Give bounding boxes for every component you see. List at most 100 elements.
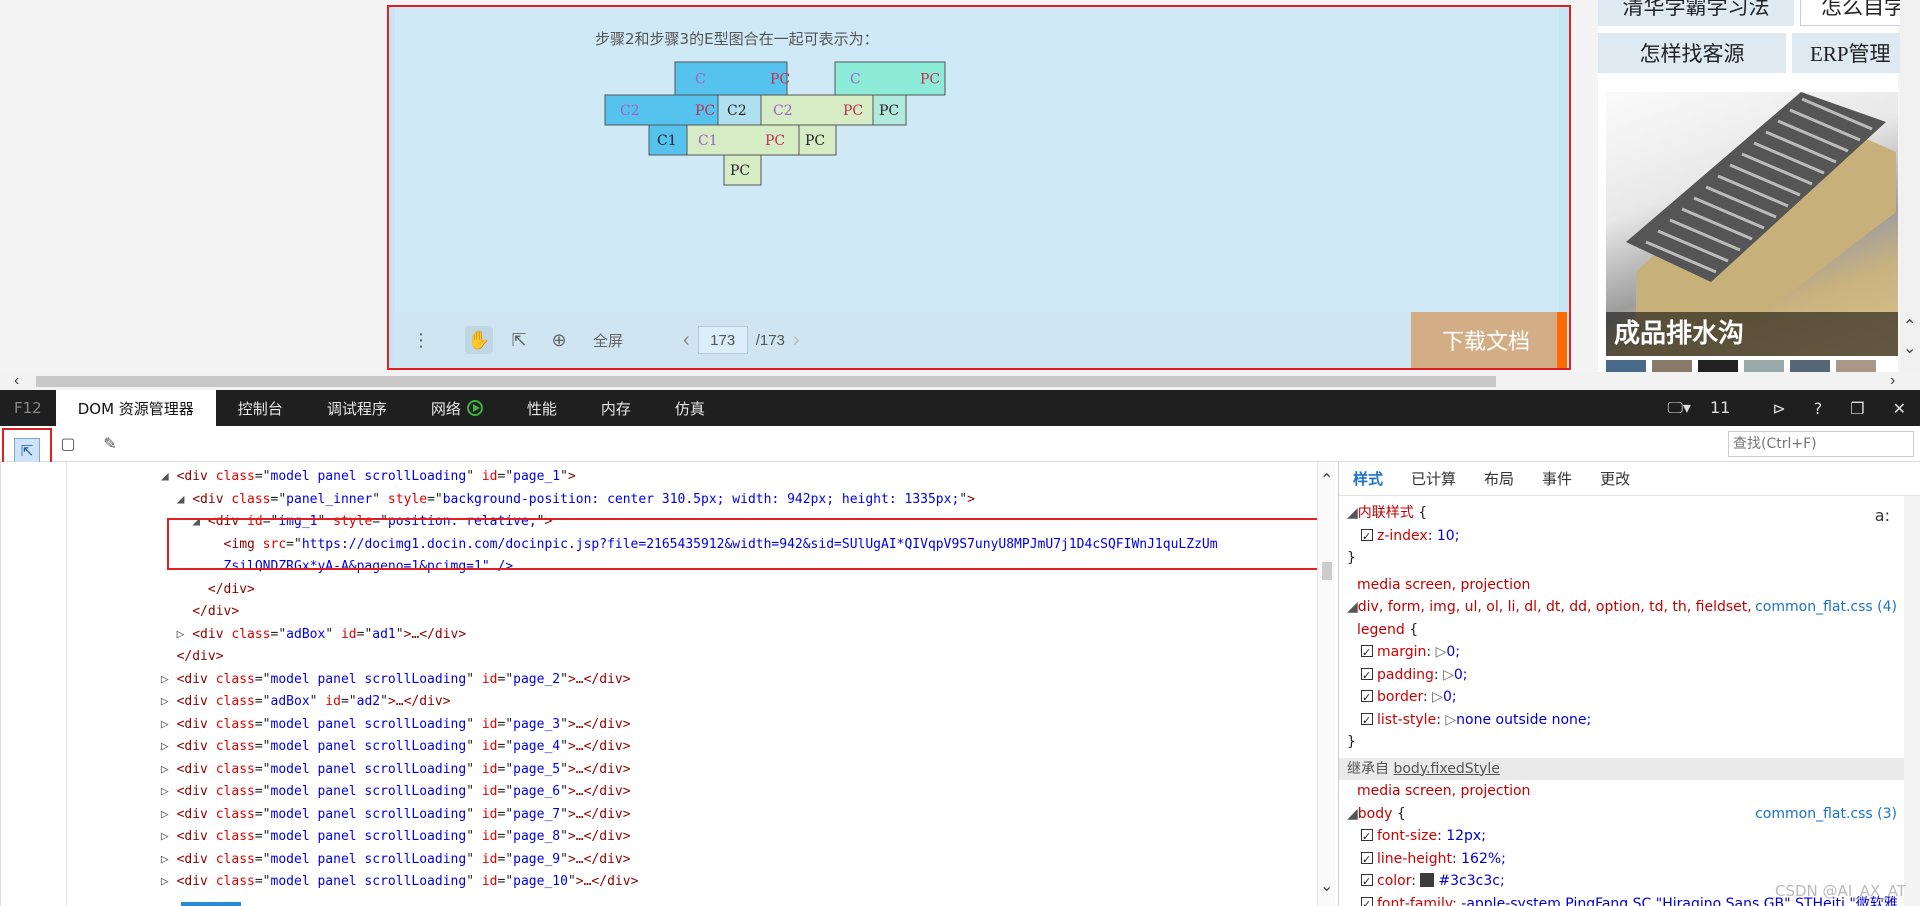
thumbnail[interactable]	[1790, 360, 1830, 372]
property-checkbox[interactable]	[1361, 687, 1373, 710]
property-name[interactable]: line-height	[1377, 851, 1452, 867]
tab-emulation[interactable]: 仿真	[653, 390, 727, 426]
dom-node-row[interactable]: </div>	[67, 601, 1317, 624]
more-menu-icon[interactable]: ⋮	[407, 326, 435, 354]
property-value[interactable]: 0;	[1446, 644, 1460, 660]
tab-debugger[interactable]: 调试程序	[305, 390, 409, 426]
device-target-icon[interactable]: 🖵▾ 11	[1667, 398, 1744, 418]
property-checkbox[interactable]	[1361, 665, 1373, 687]
select-element-icon[interactable]: ⇱	[14, 438, 40, 464]
console-icon[interactable]: ⊳	[1772, 399, 1785, 418]
tab-console[interactable]: 控制台	[216, 390, 305, 426]
property-name[interactable]: border	[1377, 689, 1423, 705]
property-name[interactable]: font-size	[1377, 828, 1437, 844]
tab-computed[interactable]: 已计算	[1397, 468, 1470, 489]
property-name[interactable]: margin	[1377, 644, 1426, 660]
tab-events[interactable]: 事件	[1528, 468, 1586, 489]
zoom-in-icon[interactable]: ⊕	[545, 326, 573, 354]
dom-node-row[interactable]: ▷ <div class="model panel scrollLoading"…	[67, 736, 1317, 759]
dom-node-row[interactable]: ▷ <div class="model panel scrollLoading"…	[67, 871, 1317, 894]
color-swatch[interactable]	[1420, 873, 1435, 887]
property-value[interactable]: 12px;	[1446, 828, 1486, 844]
find-input[interactable]	[1728, 431, 1914, 457]
property-checkbox[interactable]	[1361, 642, 1373, 665]
property-name[interactable]: z-index	[1377, 528, 1428, 544]
rule-source-link[interactable]: common_flat.css (4)	[1755, 596, 1897, 619]
page-vertical-scrollbar[interactable]: ⌃ ⌄	[1900, 0, 1920, 372]
ad-drainage-image[interactable]: 成品排水沟	[1606, 92, 1898, 356]
rule-source-link[interactable]: common_flat.css (3)	[1755, 803, 1897, 826]
color-picker-icon[interactable]: ✎	[100, 434, 120, 454]
scroll-down-arrow-icon[interactable]: ⌄	[1320, 876, 1333, 896]
property-value[interactable]: #3c3c3c;	[1438, 873, 1504, 889]
property-value[interactable]: none outside none;	[1456, 712, 1591, 728]
ad-link-study-method[interactable]: 清华学霸学习法	[1598, 0, 1794, 26]
expand-shorthand-icon[interactable]: ▷	[1443, 667, 1454, 683]
dom-node-row[interactable]: ▷ <div class="model panel scrollLoading"…	[67, 714, 1317, 737]
property-checkbox[interactable]	[1361, 526, 1373, 548]
page-number-input[interactable]	[697, 326, 748, 354]
property-name[interactable]: color	[1377, 873, 1411, 889]
scroll-right-arrow-icon[interactable]: ›	[1890, 372, 1895, 390]
property-value[interactable]: 0;	[1443, 689, 1457, 705]
property-value[interactable]: 10;	[1437, 528, 1460, 544]
scroll-left-arrow-icon[interactable]: ‹	[14, 372, 19, 390]
property-name[interactable]: font-family	[1377, 896, 1452, 906]
scroll-down-arrow-icon[interactable]: ⌄	[1903, 338, 1916, 358]
dom-node-row[interactable]: ▷ <div class="adBox" id="ad1">…</div>	[67, 624, 1317, 647]
dom-scroll-thumb[interactable]	[1322, 562, 1332, 580]
dom-node-row[interactable]: ▷ <div class="model panel scrollLoading"…	[67, 849, 1317, 872]
expand-shorthand-icon[interactable]: ▷	[1445, 712, 1456, 728]
property-checkbox[interactable]	[1361, 849, 1373, 871]
tab-dom-explorer[interactable]: DOM 资源管理器	[55, 390, 216, 426]
property-checkbox[interactable]	[1361, 826, 1373, 849]
undock-icon[interactable]: ❐	[1850, 399, 1864, 418]
thumbnail[interactable]	[1698, 360, 1738, 372]
tab-performance[interactable]: 性能	[505, 390, 579, 426]
scroll-up-arrow-icon[interactable]: ⌃	[1320, 470, 1333, 490]
dom-node-row[interactable]: ▷ <div class="model panel scrollLoading"…	[67, 781, 1317, 804]
tab-styles[interactable]: 样式	[1339, 468, 1397, 489]
select-pointer-icon[interactable]: ⇱	[505, 326, 533, 354]
thumbnail[interactable]	[1606, 360, 1646, 372]
property-value[interactable]: 0;	[1454, 667, 1468, 683]
dom-node-row[interactable]: ▷ <div class="model panel scrollLoading"…	[67, 669, 1317, 692]
inherited-from-link[interactable]: body.fixedStyle	[1393, 761, 1499, 777]
page-horizontal-scrollbar[interactable]: ‹ ›	[0, 372, 1920, 390]
scroll-up-arrow-icon[interactable]: ⌃	[1903, 316, 1916, 336]
dom-node-row[interactable]: ◢ <div class="model panel scrollLoading"…	[67, 466, 1317, 489]
tab-changes[interactable]: 更改	[1586, 468, 1644, 489]
dom-node-row[interactable]: ◢ <div class="panel_inner" style="backgr…	[67, 489, 1317, 512]
ad-link-self-study[interactable]: 怎么自学	[1800, 0, 1910, 26]
tab-memory[interactable]: 内存	[579, 390, 653, 426]
property-name[interactable]: padding	[1377, 667, 1434, 683]
dom-vertical-scrollbar[interactable]: ⌃ ⌄	[1317, 462, 1335, 906]
next-page-icon[interactable]: ›	[793, 329, 800, 352]
fullscreen-button[interactable]: 全屏	[593, 330, 623, 351]
property-checkbox[interactable]	[1361, 894, 1373, 906]
property-checkbox[interactable]	[1361, 871, 1373, 894]
dom-horizontal-scroll-thumb[interactable]	[181, 902, 241, 906]
dom-node-row[interactable]: ▷ <div class="model panel scrollLoading"…	[67, 826, 1317, 849]
prev-page-icon[interactable]: ‹	[683, 329, 690, 352]
dom-node-row[interactable]: ▷ <div class="model panel scrollLoading"…	[67, 759, 1317, 782]
hand-tool-icon[interactable]: ✋	[465, 326, 493, 354]
styles-vertical-scrollbar[interactable]	[1904, 496, 1920, 906]
dom-node-row[interactable]: ▷ <div class="model panel scrollLoading"…	[67, 804, 1317, 827]
horizontal-scroll-thumb[interactable]	[36, 376, 1496, 387]
expand-shorthand-icon[interactable]: ▷	[1436, 644, 1447, 660]
box-model-icon[interactable]: ▢	[58, 434, 78, 454]
help-icon[interactable]: ?	[1814, 399, 1823, 418]
property-value[interactable]: 162%;	[1461, 851, 1506, 867]
tab-layout[interactable]: 布局	[1470, 468, 1528, 489]
thumbnail[interactable]	[1652, 360, 1692, 372]
dom-node-row[interactable]: </div>	[67, 646, 1317, 669]
property-name[interactable]: list-style	[1377, 712, 1436, 728]
property-checkbox[interactable]	[1361, 710, 1373, 732]
close-icon[interactable]: ✕	[1893, 399, 1906, 418]
ad-link-find-customers[interactable]: 怎样找客源	[1598, 33, 1786, 73]
thumbnail[interactable]	[1836, 360, 1876, 372]
ad-link-erp[interactable]: ERP管理	[1792, 33, 1902, 73]
download-document-button[interactable]: 下载文档	[1411, 312, 1561, 368]
dom-node-row[interactable]: ▷ <div class="adBox" id="ad2">…</div>	[67, 691, 1317, 714]
